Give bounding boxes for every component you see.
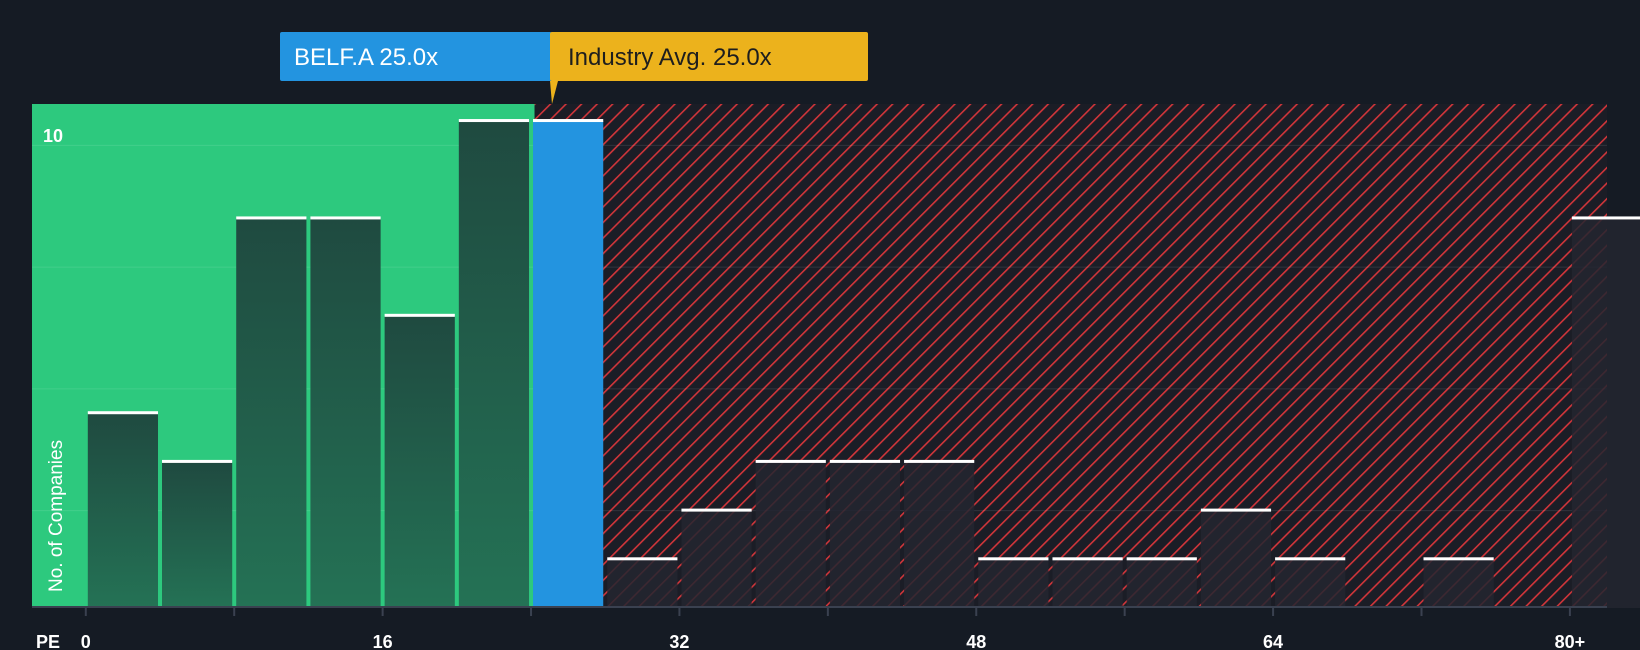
x-axis-label: PE (36, 632, 60, 650)
bar-cap-pe-52 (1052, 557, 1123, 561)
bar-cap-pe-60 (1200, 508, 1272, 512)
bar-pe-56 (1126, 559, 1197, 608)
bar-pe-32 (681, 510, 752, 608)
bar-cap-pe-80 (1571, 216, 1640, 220)
bar-pe-60 (1200, 510, 1272, 608)
bar-pe-24 (533, 121, 604, 608)
bar-cap-pe-16 (384, 313, 455, 317)
callouts: BELF.A 25.0x Industry Avg. 25.0x (280, 32, 868, 104)
bar-pe-44 (904, 461, 975, 608)
bar-cap-pe-12 (310, 216, 381, 220)
bar-cap-pe-48 (978, 557, 1049, 561)
bar-cap-pe-36 (755, 459, 826, 463)
bar-pe-28 (607, 559, 678, 608)
bar-pe-0 (87, 413, 159, 608)
bar-pe-8 (236, 218, 307, 608)
industry-callout-label: Industry Avg. 25.0x (568, 44, 772, 71)
bar-cap-pe-24 (533, 119, 604, 123)
x-tick-label-64: 64 (1263, 632, 1283, 650)
bar-pe-52 (1052, 559, 1123, 608)
y-axis-label: No. of Companies (46, 440, 67, 592)
company-callout-label: BELF.A 25.0x (294, 44, 438, 71)
callout-pointer (550, 81, 558, 104)
x-tick-label-0: 0 (81, 632, 91, 650)
bar-cap-pe-4 (162, 459, 233, 463)
x-tick-label-80plus: 80+ (1555, 632, 1586, 650)
bar-cap-pe-8 (236, 216, 307, 220)
bar-pe-16 (384, 315, 455, 608)
bar-cap-pe-28 (607, 557, 678, 561)
bar-pe-64 (1275, 559, 1346, 608)
bar-pe-12 (310, 218, 381, 608)
x-tick-label-32: 32 (669, 632, 689, 650)
x-tick-label-16: 16 (373, 632, 393, 650)
bar-pe-40 (829, 461, 901, 608)
bar-cap-pe-32 (681, 508, 752, 512)
y-tick-label-10: 10 (43, 126, 63, 146)
x-tick-label-48: 48 (966, 632, 986, 650)
bar-pe-80 (1571, 218, 1640, 608)
bar-cap-pe-56 (1126, 557, 1197, 561)
bar-pe-72 (1423, 559, 1494, 608)
bar-cap-pe-20 (458, 119, 530, 123)
bar-cap-pe-72 (1423, 557, 1494, 561)
bar-cap-pe-44 (904, 459, 975, 463)
bar-pe-20 (458, 121, 530, 608)
bar-cap-pe-0 (87, 411, 159, 415)
bar-pe-36 (755, 461, 826, 608)
bar-pe-4 (162, 461, 233, 608)
x-axis: 0 16 32 48 64 80+ PE (32, 606, 1607, 650)
bar-cap-pe-40 (829, 459, 901, 463)
pe-distribution-chart: 0 16 32 48 64 80+ PE 10 No. of Companies BELF.… (32, 32, 1640, 650)
bar-pe-48 (978, 559, 1049, 608)
bar-cap-pe-64 (1275, 557, 1346, 561)
